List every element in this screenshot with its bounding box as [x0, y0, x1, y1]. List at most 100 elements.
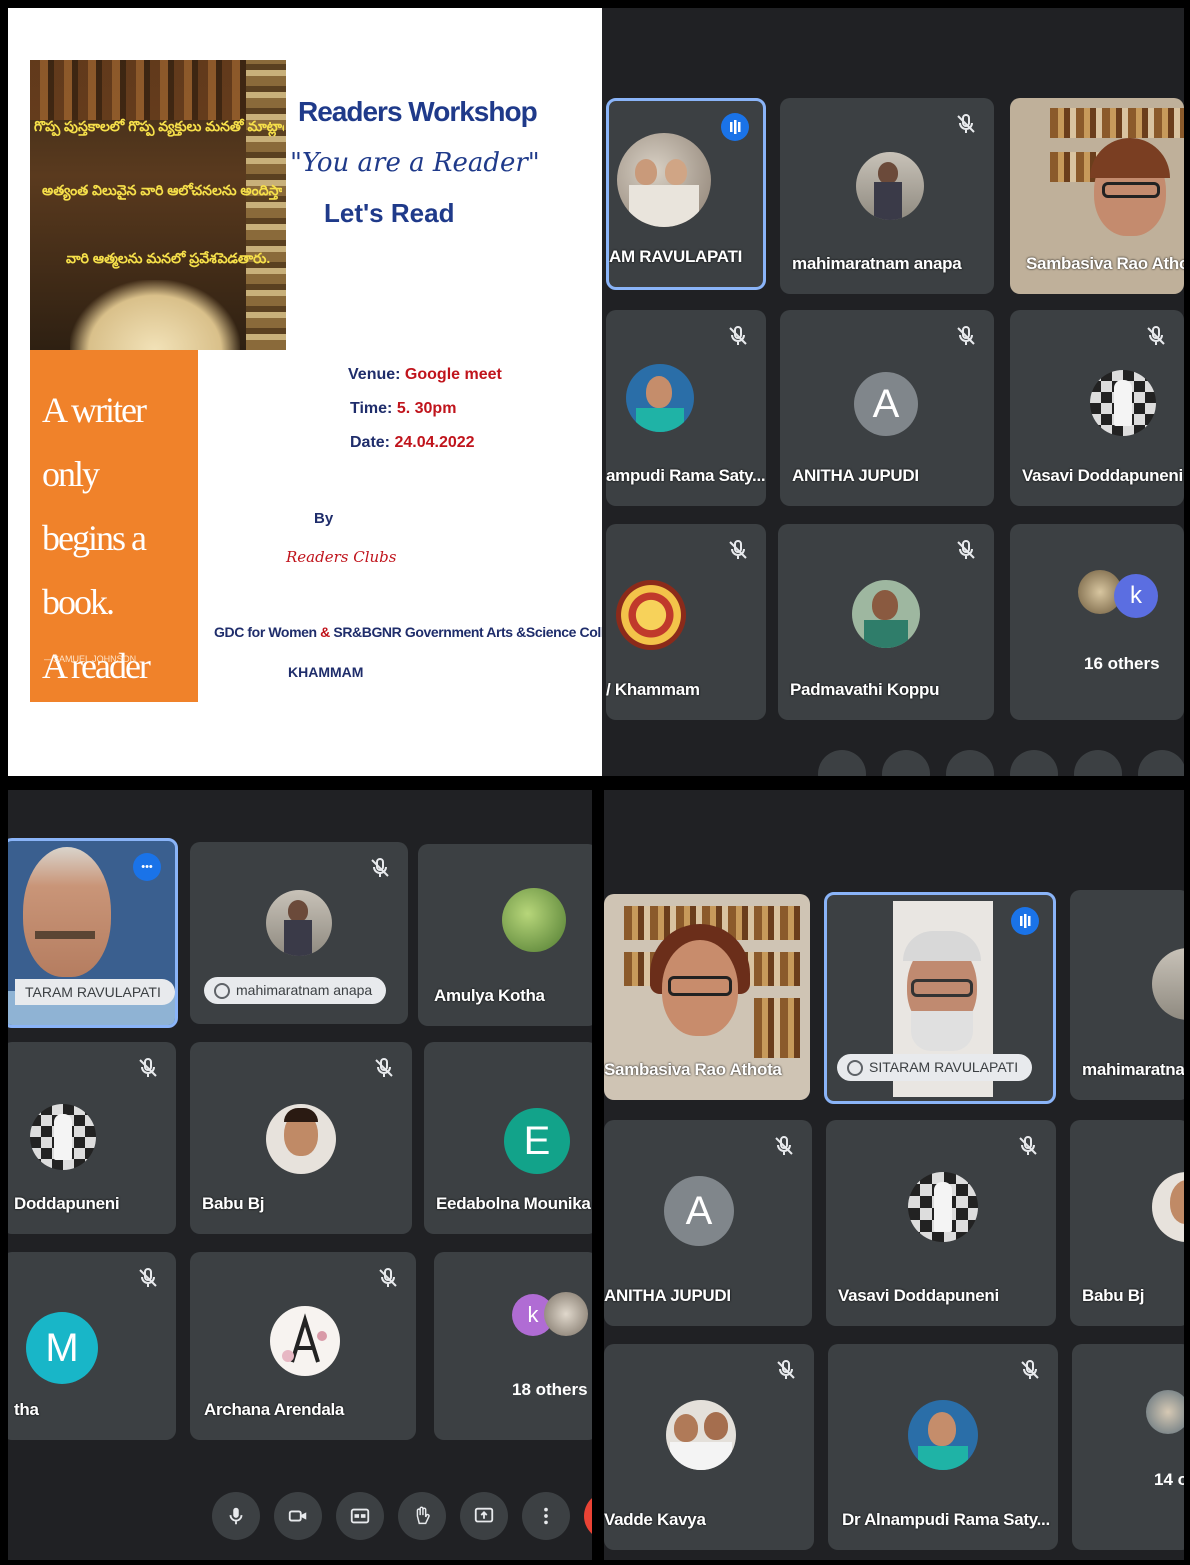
participant-name: Babu Bj: [1082, 1286, 1145, 1305]
call-controls: [212, 1492, 592, 1540]
participant-tile[interactable]: ampudi Rama Saty...: [606, 310, 766, 506]
others-count: 16 others: [1084, 654, 1160, 673]
participant-tile[interactable]: Sambasiva Rao Athota: [604, 894, 810, 1100]
others-avatar: k: [1114, 574, 1158, 618]
participant-tile[interactable]: Vasavi Doddapuneni: [826, 1120, 1056, 1326]
meet-grid-1: AM RAVULAPATI mahimaratnam anapa Sambasi…: [602, 8, 1184, 776]
mic-muted-icon: [139, 1268, 157, 1287]
quote-line: A reader: [42, 646, 151, 686]
participant-tile[interactable]: Doddapuneni: [8, 1042, 176, 1234]
avatar: [1090, 370, 1156, 436]
participant-tile[interactable]: AM RAVULAPATI: [606, 98, 766, 290]
participant-name: Dr Alnampudi Rama Saty...: [842, 1510, 1050, 1529]
participant-tile[interactable]: SITARAM RAVULAPATI: [824, 892, 1056, 1104]
raise-hand-button[interactable]: [398, 1492, 446, 1540]
present-button[interactable]: [460, 1492, 508, 1540]
participant-name: SITARAM RAVULAPATI: [837, 1053, 1033, 1081]
participant-initial-avatar: M: [26, 1312, 98, 1384]
club-signature: Readers Clubs: [286, 548, 397, 566]
participant-name: Vasavi Doddapuneni: [838, 1286, 999, 1305]
raise-hand-button[interactable]: [1010, 750, 1058, 776]
avatar: [626, 364, 694, 432]
participant-name: ANITHA JUPUDI: [604, 1286, 731, 1305]
participant-name: mahimaratnam anapa: [792, 254, 962, 273]
captions-button[interactable]: [946, 750, 994, 776]
participant-tile[interactable]: / Khammam: [606, 524, 766, 720]
participant-name: Doddapuneni: [14, 1194, 120, 1213]
captions-button[interactable]: [336, 1492, 384, 1540]
participant-name: ampudi Rama Saty...: [606, 466, 766, 485]
avatar: [1146, 1390, 1184, 1434]
mic-muted-icon: [729, 326, 747, 345]
participant-tile[interactable]: A ANITHA JUPUDI: [780, 310, 994, 506]
pin-icon: [214, 983, 230, 999]
mic-button[interactable]: [212, 1492, 260, 1540]
participant-video: [23, 847, 111, 977]
others-tile[interactable]: 14 o: [1072, 1344, 1184, 1550]
others-tile[interactable]: k 18 others: [434, 1252, 592, 1440]
participant-tile[interactable]: Vasavi Doddapuneni: [1010, 310, 1184, 506]
participant-name: AM RAVULAPATI: [609, 247, 743, 266]
poster-title: Readers Workshop: [298, 96, 538, 127]
participant-tile[interactable]: Babu Bj: [1070, 1120, 1184, 1326]
college-logo-avatar: [616, 580, 686, 650]
more-options-icon[interactable]: •••: [133, 853, 161, 881]
participant-tile[interactable]: ••• TARAM RAVULAPATI: [8, 838, 178, 1028]
participant-tile[interactable]: mahimaratnam anapa: [190, 842, 408, 1024]
participant-name: Sambasiva Rao Athota: [604, 1060, 782, 1079]
avatar: [856, 152, 924, 220]
participant-tile[interactable]: Dr Alnampudi Rama Saty...: [828, 1344, 1058, 1550]
participant-tile[interactable]: Amulya Kotha: [418, 844, 592, 1026]
poster-subtitle: "You are a Reader": [290, 148, 540, 178]
speaking-indicator-icon: [721, 113, 749, 141]
mic-muted-icon: [375, 1058, 393, 1077]
meet-grid-3: Sambasiva Rao Athota SITARAM RAVULAPATI …: [604, 790, 1184, 1560]
more-options-button[interactable]: [522, 1492, 570, 1540]
participant-name: ANITHA JUPUDI: [792, 466, 919, 485]
more-options-button[interactable]: [1138, 750, 1184, 776]
city-label: KHAMMAM: [288, 664, 364, 680]
participant-name: mahimaratna: [1082, 1060, 1184, 1079]
participant-tile[interactable]: mahimaratnam anapa: [780, 98, 994, 294]
workshop-poster: గొప్ప పుస్తకాలలో గొప్ప వ్యక్తులు మనతో మా…: [8, 8, 602, 776]
participant-name: Vasavi Doddapuneni: [1022, 466, 1183, 485]
participant-name: Archana Arendala: [204, 1400, 345, 1419]
participant-name: Padmavathi Koppu: [790, 680, 940, 699]
participant-tile[interactable]: Padmavathi Koppu: [778, 524, 994, 720]
mic-muted-icon: [1019, 1136, 1037, 1155]
mic-button[interactable]: [818, 750, 866, 776]
telugu-quote-line: గొప్ప పుస్తకాలలో గొప్ప వ్యక్తులు మనతో మా…: [34, 118, 284, 134]
participant-name: / Khammam: [606, 680, 700, 699]
participant-tile[interactable]: Archana Arendala: [190, 1252, 416, 1440]
avatar: [30, 1104, 96, 1170]
participant-tile[interactable]: A ANITHA JUPUDI: [604, 1120, 812, 1326]
participant-tile[interactable]: Vadde Kavya: [604, 1344, 814, 1550]
call-controls: [818, 750, 1184, 776]
participant-tile[interactable]: mahimaratna: [1070, 890, 1184, 1100]
avatar: [502, 888, 566, 952]
poster-tagline: Let's Read: [324, 198, 455, 228]
mic-muted-icon: [957, 540, 975, 559]
others-count: 18 others: [512, 1380, 588, 1399]
participant-tile[interactable]: Sambasiva Rao Athota: [1010, 98, 1184, 294]
camera-button[interactable]: [882, 750, 930, 776]
book-banner-image: గొప్ప పుస్తకాలలో గొప్ప వ్యక్తులు మనతో మా…: [30, 60, 286, 350]
time-line: Time: 5. 30pm: [350, 400, 457, 417]
participant-name: Sambasiva Rao Athota: [1026, 254, 1184, 273]
meet-grid-2: ••• TARAM RAVULAPATI mahimaratnam anapa …: [8, 790, 592, 1560]
participant-name: mahimaratnam anapa: [204, 976, 387, 1004]
others-tile[interactable]: k 16 others: [1010, 524, 1184, 720]
participant-initial-avatar: A: [854, 372, 918, 436]
end-call-button[interactable]: [584, 1492, 592, 1540]
participant-initial-avatar: E: [504, 1108, 570, 1174]
mic-muted-icon: [775, 1136, 793, 1155]
college-line: GDC for Women & SR&BGNR Government Arts …: [214, 624, 602, 640]
avatar: [544, 1292, 588, 1336]
camera-button[interactable]: [274, 1492, 322, 1540]
participant-tile[interactable]: M tha: [8, 1252, 176, 1440]
date-line: Date: 24.04.2022: [350, 434, 475, 451]
participant-tile[interactable]: Babu Bj: [190, 1042, 412, 1234]
present-button[interactable]: [1074, 750, 1122, 776]
avatar: [852, 580, 920, 648]
participant-tile[interactable]: E Eedabolna Mounika: [424, 1042, 592, 1234]
